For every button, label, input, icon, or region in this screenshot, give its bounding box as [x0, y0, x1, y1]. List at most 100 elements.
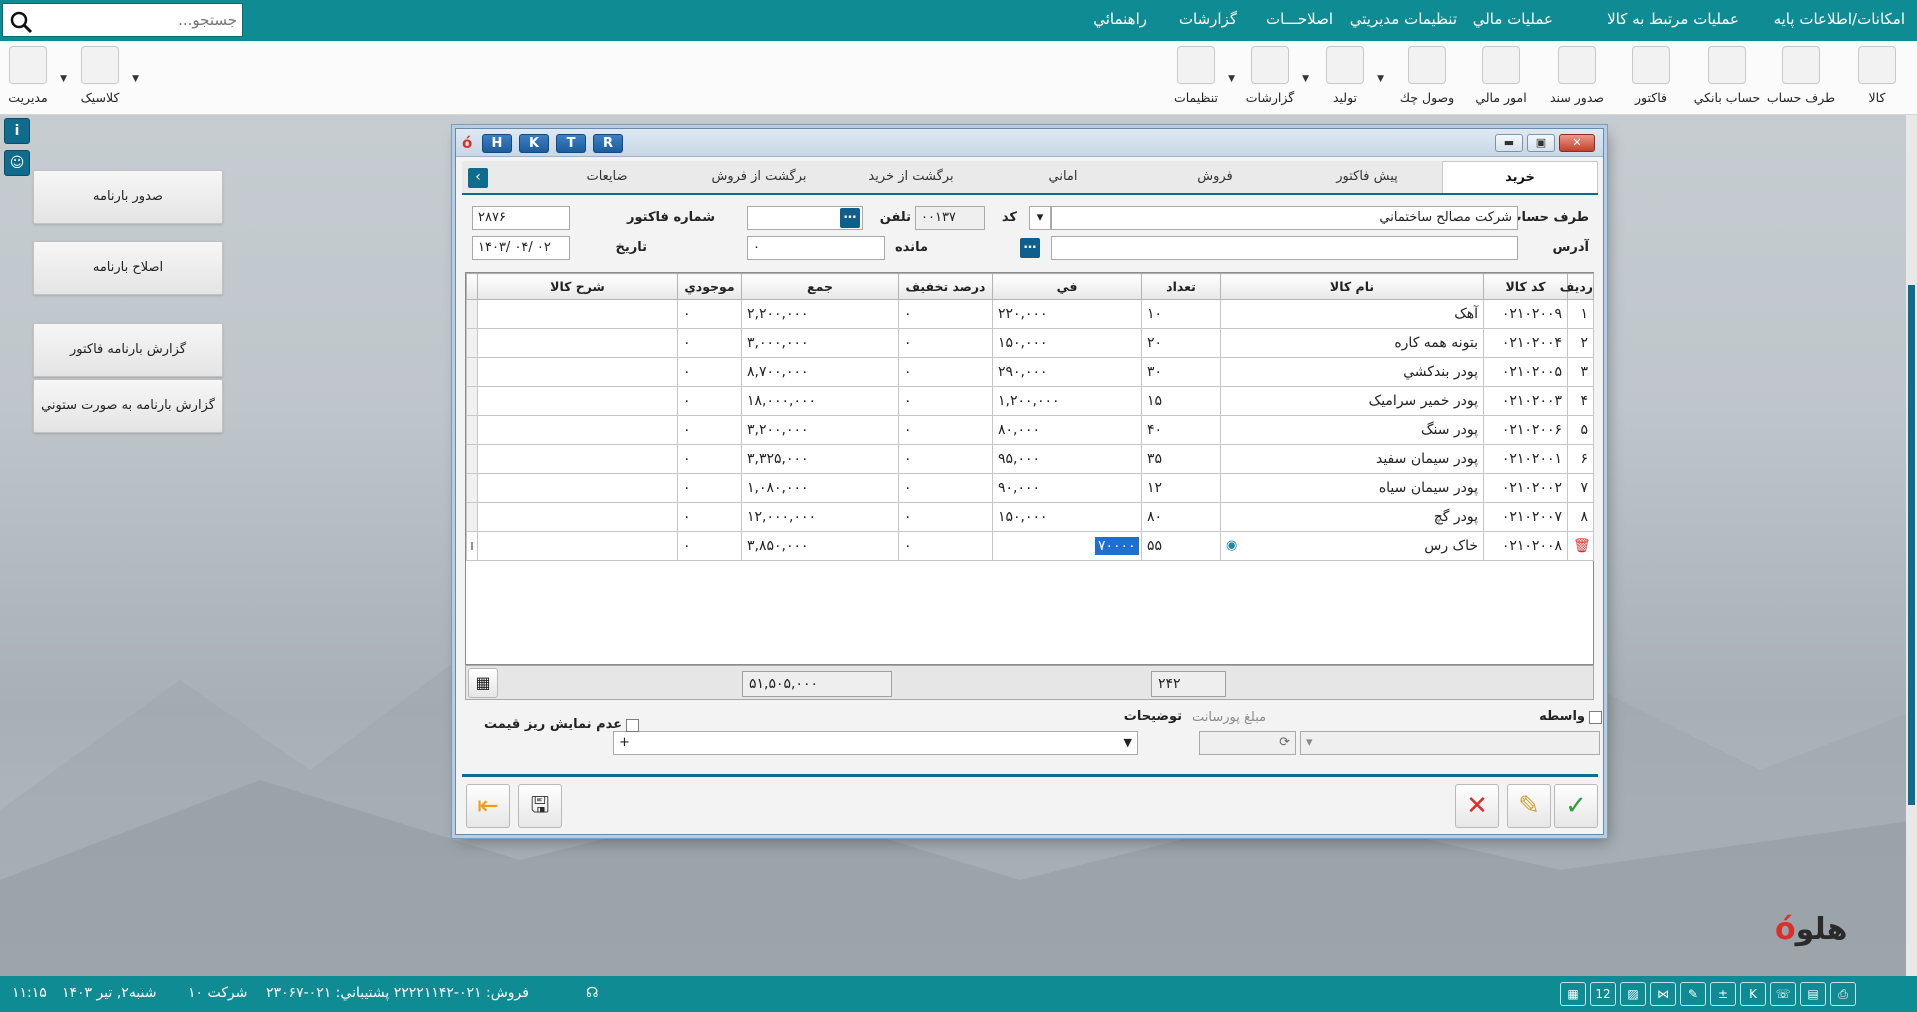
cell-code[interactable]: ۰۲۱۰۲۰۰۶	[1483, 415, 1568, 445]
cell-qty[interactable]: ۸۰	[1141, 502, 1221, 532]
col-qty[interactable]: تعداد	[1141, 273, 1221, 300]
cell-price[interactable]: ۲۲۰,۰۰۰	[992, 299, 1142, 329]
toolbar-cheque[interactable]: وصول چك	[1392, 46, 1462, 110]
address-field[interactable]	[1051, 236, 1518, 260]
edit-button[interactable]: ✎	[1507, 784, 1551, 828]
notes-field[interactable]: + ▼	[613, 731, 1138, 755]
refresh-icon[interactable]: ⟳	[1279, 732, 1290, 754]
chevron-down-icon[interactable]: ▼	[1302, 74, 1309, 84]
toolbar-manage[interactable]: مديريت ▼	[0, 46, 67, 110]
cell-description[interactable]	[477, 415, 678, 445]
table-row[interactable]: ۰ ۳,۳۲۵,۰۰۰ ۰ ۹۵,۰۰۰ ۳۵ پودر سيمان سفيد …	[466, 444, 1594, 474]
cell-price[interactable]: ۹۰,۰۰۰	[992, 473, 1142, 503]
cell-price[interactable]: ۲۹۰,۰۰۰	[992, 357, 1142, 387]
maximize-button[interactable]: ▣	[1527, 134, 1555, 152]
cell-sum[interactable]: ۳,۲۰۰,۰۰۰	[741, 415, 899, 445]
cell-qty[interactable]: ۱۰	[1141, 299, 1221, 329]
cell-qty[interactable]: ۱۵	[1141, 386, 1221, 416]
tab-sales[interactable]: فروش	[1140, 161, 1290, 193]
notes-icon[interactable]: ✎	[1680, 982, 1706, 1006]
cell-code[interactable]: ۰۲۱۰۲۰۰۹	[1483, 299, 1568, 329]
toolbar-voucher[interactable]: صدور سند	[1542, 46, 1612, 110]
table-row[interactable]: ۰ ۳,۰۰۰,۰۰۰ ۰ ۱۵۰,۰۰۰ ۲۰ بتونه همه کاره …	[466, 328, 1594, 358]
cell-code[interactable]: ۰۲۱۰۲۰۰۳	[1483, 386, 1568, 416]
cell-code[interactable]: ۰۲۱۰۲۰۰۷	[1483, 502, 1568, 532]
cell-description[interactable]	[477, 473, 678, 503]
table-row[interactable]: ۰ ۸,۷۰۰,۰۰۰ ۰ ۲۹۰,۰۰۰ ۳۰ پودر بندکشي ۰۲۱…	[466, 357, 1594, 387]
search-input[interactable]	[39, 6, 237, 34]
intermediary-select[interactable]: ▾	[1300, 731, 1600, 755]
tab-consignment[interactable]: اماني	[988, 161, 1138, 193]
confirm-button[interactable]: ✓	[1554, 784, 1598, 828]
col-price[interactable]: في	[992, 273, 1142, 300]
cell-stock[interactable]: ۰	[677, 299, 742, 329]
cell-discount[interactable]: ۰	[898, 502, 993, 532]
cell-description[interactable]	[477, 299, 678, 329]
menu-finance-ops[interactable]: عمليات مالي	[1473, 10, 1553, 28]
chevron-down-icon[interactable]: ▼	[60, 74, 67, 84]
issue-waybill-button[interactable]: صدور بارنامه	[33, 170, 223, 224]
cell-discount[interactable]: ۰	[898, 444, 993, 474]
tab-waste[interactable]: ضايعات	[532, 161, 682, 193]
date-field[interactable]: ۱۴۰۳/ ۰۴/ ۰۲	[472, 236, 570, 260]
toolbar-goods[interactable]: کالا	[1842, 46, 1912, 110]
cell-qty[interactable]: ۵۵	[1141, 531, 1221, 561]
hotkey-r-button[interactable]: R	[593, 134, 623, 153]
cell-discount[interactable]: ۰	[898, 531, 993, 561]
hotkey-k-button[interactable]: K	[519, 134, 549, 153]
cell-price[interactable]: ۱۵۰,۰۰۰	[992, 502, 1142, 532]
table-row[interactable]: ۰ ۱۲,۰۰۰,۰۰۰ ۰ ۱۵۰,۰۰۰ ۸۰ پودر گچ ۰۲۱۰۲۰…	[466, 502, 1594, 532]
cell-description[interactable]	[477, 531, 678, 561]
toolbar-settings[interactable]: تنظيمات ▼	[1161, 46, 1235, 110]
cell-sum[interactable]: ۳,۸۵۰,۰۰۰	[741, 531, 899, 561]
price-edit-input[interactable]: ۷۰۰۰۰	[1095, 537, 1139, 555]
toolbar-finance[interactable]: امور مالي	[1466, 46, 1536, 110]
hotkey-t-button[interactable]: T	[556, 134, 586, 153]
tab-purchase-return[interactable]: برگشت از خريد	[836, 161, 986, 193]
menu-help[interactable]: راهنمائي	[1093, 10, 1147, 28]
cell-qty[interactable]: ۳۰	[1141, 357, 1221, 387]
cell-name[interactable]: خاک رس ◉	[1220, 531, 1484, 561]
invoice-no-field[interactable]: ۲۸۷۶	[472, 206, 570, 230]
vertical-scrollbar[interactable]	[1906, 115, 1917, 976]
cell-discount[interactable]: ۰	[898, 357, 993, 387]
cell-delete[interactable]: 🗑	[1567, 531, 1594, 561]
table-row-active[interactable]: I ۰ ۳,۸۵۰,۰۰۰ ۰ ۷۰۰۰۰ ۵۵ خاک رس ◉ ۰۲۱۰۲۰۰…	[466, 531, 1594, 561]
scrollbar-thumb[interactable]	[1908, 285, 1915, 805]
toolbar-classic[interactable]: کلاسيک ▼	[65, 46, 139, 110]
calculator-icon[interactable]: ±	[1710, 982, 1736, 1006]
cell-discount[interactable]: ۰	[898, 299, 993, 329]
minimize-button[interactable]: ▬	[1495, 134, 1523, 152]
cell-name[interactable]: پودر سنگ	[1220, 415, 1484, 445]
tab-sales-return[interactable]: برگشت از فروش	[684, 161, 834, 193]
cell-stock[interactable]: ۰	[677, 386, 742, 416]
cell-sum[interactable]: ۱۸,۰۰۰,۰۰۰	[741, 386, 899, 416]
info-icon[interactable]: i	[4, 118, 30, 144]
col-row[interactable]: رديف	[1560, 273, 1594, 300]
cell-qty[interactable]: ۲۰	[1141, 328, 1221, 358]
calendar-icon[interactable]: ▦	[1560, 982, 1586, 1006]
cell-description[interactable]	[477, 502, 678, 532]
col-name[interactable]: نام کالا	[1220, 273, 1484, 300]
toolbar-bank[interactable]: حساب بانکي	[1692, 46, 1762, 110]
col-code[interactable]: کد کالا	[1483, 273, 1568, 300]
edit-waybill-button[interactable]: اصلاح بارنامه	[33, 241, 223, 295]
toolbar-invoice[interactable]: فاکتور	[1616, 46, 1686, 110]
phone-book-icon[interactable]: ☏	[1770, 982, 1796, 1006]
exit-button[interactable]: ⇤	[466, 784, 510, 828]
cell-sum[interactable]: ۱۲,۰۰۰,۰۰۰	[741, 502, 899, 532]
chevron-down-icon[interactable]: ▼	[132, 74, 139, 84]
cell-price[interactable]: ۱۵۰,۰۰۰	[992, 328, 1142, 358]
menu-reports[interactable]: گزارشات	[1179, 10, 1237, 28]
cell-name[interactable]: پودر خمير سراميک	[1220, 386, 1484, 416]
trash-icon[interactable]: 🗑	[1573, 538, 1591, 554]
cell-sum[interactable]: ۳,۳۲۵,۰۰۰	[741, 444, 899, 474]
party-field[interactable]: شرکت مصالح ساختماني	[1051, 206, 1518, 230]
cell-description[interactable]	[477, 386, 678, 416]
tab-proforma[interactable]: پيش فاکتور	[1292, 161, 1442, 193]
cell-name[interactable]: پودر سيمان سفيد	[1220, 444, 1484, 474]
cell-sum[interactable]: ۱,۰۸۰,۰۰۰	[741, 473, 899, 503]
chevron-down-icon[interactable]: ▼	[1228, 74, 1235, 84]
cell-code[interactable]: ۰۲۱۰۲۰۰۲	[1483, 473, 1568, 503]
calendar-day-icon[interactable]: 12	[1590, 982, 1616, 1006]
